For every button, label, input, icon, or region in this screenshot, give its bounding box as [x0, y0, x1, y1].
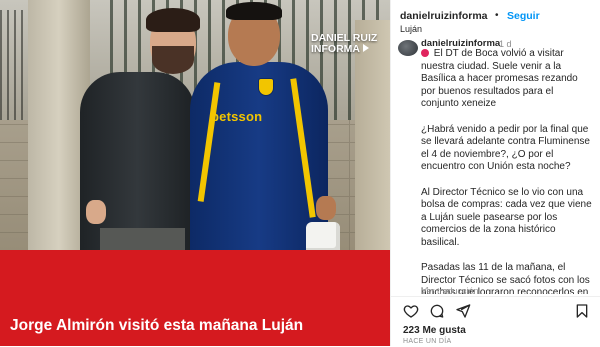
- caption-paragraph: El DT de Boca volvió a visitar nuestra c…: [421, 48, 593, 111]
- iron-railing: [0, 10, 28, 120]
- coach-hand: [316, 196, 336, 220]
- share-icon[interactable]: [455, 303, 471, 319]
- play-arrow-icon: [363, 44, 369, 52]
- caption-scroll[interactable]: danielruizinforma 1 d El DT de Boca volv…: [391, 38, 600, 294]
- fan-beard: [152, 46, 194, 74]
- follow-button[interactable]: Seguir: [507, 10, 540, 22]
- post-header: danielruizinforma • Seguir Luján: [391, 0, 600, 36]
- red-circle-icon: [421, 49, 429, 57]
- watermark-line2: INFORMA: [311, 43, 360, 55]
- caption-paragraph: Al Director Técnico se lo vio con una bo…: [421, 186, 592, 248]
- see-translation-link[interactable]: Ver traducción: [421, 286, 479, 294]
- caption-paragraph: ¿Habrá venido a pedir por la final que s…: [421, 123, 590, 173]
- author-username[interactable]: danielruizinforma: [400, 10, 488, 22]
- instagram-post: betsson DANIEL RUIZ INFORMA Jorge Almiró…: [0, 0, 600, 347]
- action-bar: 223 Me gusta HACE UN DÍA: [391, 296, 600, 347]
- bookmark-icon[interactable]: [574, 303, 590, 319]
- caption-text: El DT de Boca volvió a visitar nuestra c…: [421, 48, 593, 294]
- like-count[interactable]: 223 Me gusta: [403, 325, 466, 336]
- post-headline: Jorge Almirón visitó esta mañana Luján: [10, 317, 304, 334]
- post-sidebar: danielruizinforma • Seguir Luján danielr…: [390, 0, 600, 347]
- post-photo: betsson DANIEL RUIZ INFORMA: [0, 0, 390, 250]
- post-timestamp: HACE UN DÍA: [403, 338, 452, 345]
- caption-paragraph-text: El DT de Boca volvió a visitar nuestra c…: [421, 48, 578, 110]
- heart-icon[interactable]: [403, 303, 419, 319]
- watermark-logo: DANIEL RUIZ INFORMA: [311, 33, 377, 55]
- separator-dot: •: [495, 10, 499, 21]
- location-link[interactable]: Luján: [400, 24, 422, 34]
- club-crest-icon: [258, 78, 274, 96]
- fan-hand: [86, 200, 106, 224]
- post-media[interactable]: betsson DANIEL RUIZ INFORMA Jorge Almiró…: [0, 0, 390, 346]
- watermark-line2-wrap: INFORMA: [311, 44, 377, 55]
- shopping-bag: [306, 222, 340, 250]
- coach-hair: [226, 2, 282, 20]
- jersey-sponsor: betsson: [211, 109, 263, 124]
- fan-hair: [146, 8, 200, 32]
- avatar[interactable]: [398, 40, 418, 56]
- fan-pants: [100, 228, 185, 250]
- comment-icon[interactable]: [429, 303, 445, 319]
